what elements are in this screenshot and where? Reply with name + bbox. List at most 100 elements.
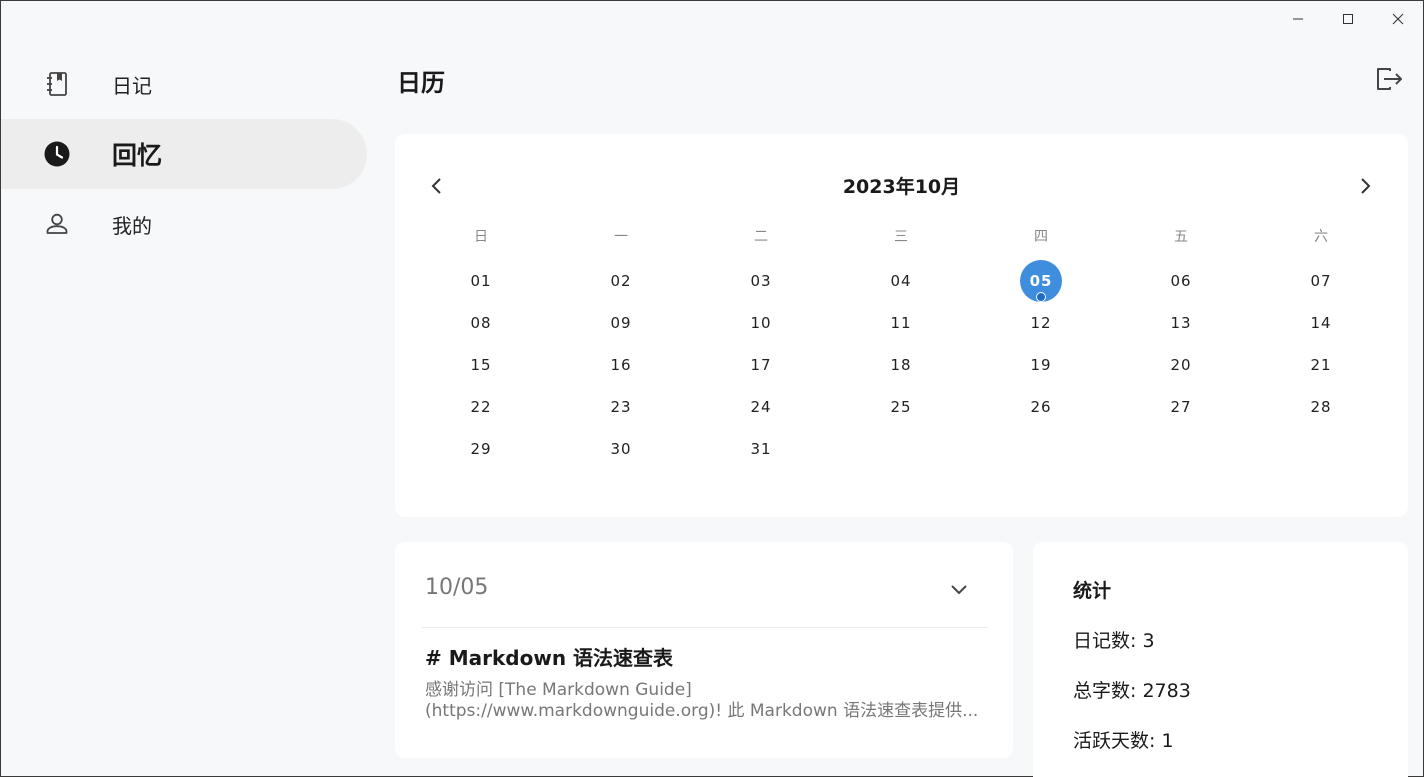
sidebar-item-label: 我的 <box>112 213 152 238</box>
chevron-down-icon <box>951 585 967 595</box>
diary-entry-card[interactable]: 10/05 # Markdown 语法速查表 感谢访问 [The Markdow… <box>395 542 1013 758</box>
calendar-day-number: 23 <box>610 398 632 416</box>
entry-indicator-dot <box>1036 292 1046 302</box>
calendar-day[interactable]: 31 <box>691 428 831 470</box>
calendar-day[interactable]: 29 <box>411 428 551 470</box>
weekday-label: 二 <box>754 229 768 245</box>
calendar-day-number: 09 <box>610 314 632 332</box>
sidebar-item-memory[interactable]: 回忆 <box>1 119 367 189</box>
calendar-day[interactable]: 17 <box>691 344 831 386</box>
sidebar-item-mine[interactable]: 我的 <box>1 189 367 259</box>
maximize-button[interactable] <box>1323 1 1373 37</box>
expand-entry-button[interactable] <box>945 575 973 603</box>
calendar-day[interactable]: 25 <box>831 386 971 428</box>
calendar-day[interactable]: 24 <box>691 386 831 428</box>
calendar-day[interactable]: 18 <box>831 344 971 386</box>
weekday-label: 五 <box>1174 229 1188 245</box>
calendar-day-number: 27 <box>1170 398 1192 416</box>
calendar-day[interactable]: 19 <box>971 344 1111 386</box>
weekday-header-row: 日一二三四五六 <box>411 226 1391 246</box>
stat-active-days: 活跃天数: 1 <box>1073 730 1174 752</box>
calendar-day-number: 17 <box>750 356 772 374</box>
entry-excerpt: 感谢访问 [The Markdown Guide] (https://www.m… <box>425 680 985 722</box>
logout-button[interactable] <box>1375 65 1405 93</box>
statistics-card: 统计 日记数: 3 总字数: 2783 活跃天数: 1 <box>1033 542 1408 777</box>
calendar-day-number: 16 <box>610 356 632 374</box>
calendar-day-number: 01 <box>470 272 492 290</box>
calendar-day[interactable]: 04 <box>831 260 971 302</box>
calendar-day[interactable]: 21 <box>1251 344 1391 386</box>
minimize-button[interactable] <box>1273 1 1323 37</box>
calendar-card: 2023年10月 日 一 二 三 四 五 六 01 02 03 04 05 06 07 08 09 10 11 1… <box>395 134 1408 517</box>
clock-icon <box>43 140 71 168</box>
calendar-days-grid: 01 02 03 04 05 06 07 08 09 10 11 12 13 14 15 16 17 18 19 20… <box>411 260 1391 470</box>
calendar-day-number: 02 <box>610 272 632 290</box>
calendar-day[interactable]: 26 <box>971 386 1111 428</box>
entry-divider <box>422 627 988 628</box>
calendar-day[interactable]: 13 <box>1111 302 1251 344</box>
notebook-icon <box>43 70 71 98</box>
calendar-day[interactable]: 20 <box>1111 344 1251 386</box>
calendar-day[interactable]: 01 <box>411 260 551 302</box>
calendar-day-number: 31 <box>750 440 772 458</box>
calendar-day[interactable]: 14 <box>1251 302 1391 344</box>
calendar-day-number: 29 <box>470 440 492 458</box>
calendar-day[interactable]: 23 <box>551 386 691 428</box>
calendar-day[interactable]: 09 <box>551 302 691 344</box>
close-icon <box>1392 13 1404 25</box>
minimize-icon <box>1293 18 1303 20</box>
calendar-day[interactable]: 12 <box>971 302 1111 344</box>
calendar-day-number: 26 <box>1030 398 1052 416</box>
entry-title: # Markdown 语法速查表 <box>425 646 674 670</box>
calendar-day[interactable]: 28 <box>1251 386 1391 428</box>
calendar-day-number: 19 <box>1030 356 1052 374</box>
calendar-day-number: 25 <box>890 398 912 416</box>
sidebar: 日记 回忆 我的 <box>1 1 381 777</box>
calendar-day[interactable]: 07 <box>1251 260 1391 302</box>
chevron-right-icon <box>1361 178 1371 194</box>
sidebar-item-diary[interactable]: 日记 <box>1 49 367 119</box>
calendar-day[interactable]: 10 <box>691 302 831 344</box>
calendar-day[interactable]: 22 <box>411 386 551 428</box>
calendar-day-number: 03 <box>750 272 772 290</box>
calendar-day[interactable]: 06 <box>1111 260 1251 302</box>
calendar-day-number: 12 <box>1030 314 1052 332</box>
entry-excerpt-line: 感谢访问 [The Markdown Guide] <box>425 680 692 700</box>
calendar-day[interactable]: 11 <box>831 302 971 344</box>
weekday-label: 一 <box>614 229 628 245</box>
window-controls <box>1273 1 1423 37</box>
calendar-day[interactable]: 16 <box>551 344 691 386</box>
calendar-day-number: 21 <box>1310 356 1332 374</box>
weekday-label: 六 <box>1314 229 1328 245</box>
calendar-day[interactable]: 03 <box>691 260 831 302</box>
calendar-day-number: 07 <box>1310 272 1332 290</box>
calendar-day[interactable]: 15 <box>411 344 551 386</box>
person-icon <box>43 210 71 238</box>
calendar-day-number: 28 <box>1310 398 1332 416</box>
calendar-day-number: 18 <box>890 356 912 374</box>
calendar-day-number: 11 <box>890 314 912 332</box>
entry-excerpt-line: (https://www.markdownguide.org)! 此 Markd… <box>425 701 979 721</box>
calendar-day-number: 14 <box>1310 314 1332 332</box>
weekday-label: 日 <box>474 229 488 245</box>
stat-word-count: 总字数: 2783 <box>1073 680 1191 702</box>
calendar-day-number: 15 <box>470 356 492 374</box>
calendar-day[interactable]: 08 <box>411 302 551 344</box>
sidebar-item-label: 日记 <box>112 73 152 98</box>
calendar-day-number: 10 <box>750 314 772 332</box>
calendar-day-number: 30 <box>610 440 632 458</box>
calendar-day-number: 24 <box>750 398 772 416</box>
calendar-day-selected[interactable]: 05 <box>971 260 1111 302</box>
calendar-day-number: 05 <box>1020 260 1062 302</box>
stats-title: 统计 <box>1073 580 1112 602</box>
calendar-day[interactable]: 30 <box>551 428 691 470</box>
page-title: 日历 <box>397 69 445 97</box>
calendar-day-number: 22 <box>470 398 492 416</box>
weekday-label: 三 <box>894 229 908 245</box>
calendar-day-number: 08 <box>470 314 492 332</box>
next-month-button[interactable] <box>1351 172 1379 200</box>
calendar-day[interactable]: 02 <box>551 260 691 302</box>
calendar-day-number: 04 <box>890 272 912 290</box>
calendar-day[interactable]: 27 <box>1111 386 1251 428</box>
close-button[interactable] <box>1373 1 1423 37</box>
